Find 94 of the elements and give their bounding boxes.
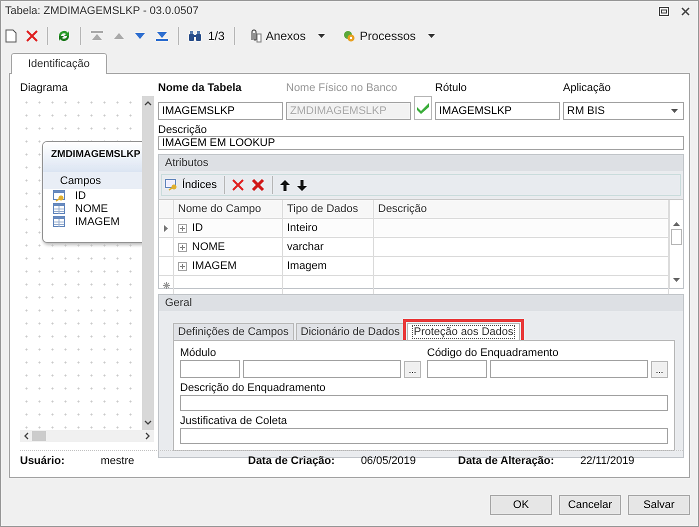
arrow-up-icon[interactable] — [280, 180, 290, 190]
status-label: Usuário: — [20, 455, 65, 467]
dialog-button[interactable]: Cancelar — [559, 495, 621, 515]
tab[interactable]: Dicionário de Dados — [296, 323, 405, 340]
column-header[interactable]: Tipo de Dados — [283, 200, 374, 218]
entity-title: ZMDIMAGEMSLKP — [51, 149, 140, 160]
field-label: Descrição — [158, 124, 208, 136]
refresh-icon[interactable] — [57, 29, 71, 43]
caret-icon — [428, 34, 435, 38]
column-header[interactable]: Descrição — [374, 200, 669, 218]
table-cell: varchar — [283, 238, 374, 256]
status-value: mestre — [100, 455, 134, 467]
table-cell: Imagem — [283, 257, 374, 275]
new-document-icon[interactable] — [5, 29, 17, 43]
last-record-icon[interactable] — [155, 31, 169, 41]
caret-icon — [671, 109, 678, 113]
input-field[interactable] — [180, 428, 668, 444]
section-label: Campos — [60, 175, 101, 187]
input-field[interactable] — [243, 360, 401, 378]
table-cell: NOME — [192, 241, 225, 253]
field-label: Rótulo — [435, 82, 468, 95]
caret-icon — [318, 34, 325, 38]
input-field[interactable]: IMAGEMSLKP — [158, 102, 283, 120]
dialog-button[interactable]: Salvar — [628, 495, 690, 515]
status-label: Data de Alteração: — [458, 455, 554, 467]
field-label: Módulo — [180, 347, 218, 360]
entity-card[interactable]: ZMDIMAGEMSLKP Campos ID NOME IMAGEM — [42, 141, 142, 243]
scroll-thumb[interactable] — [32, 431, 46, 441]
lookup-button[interactable]: ... — [651, 361, 668, 378]
tab[interactable]: Definições de Campos — [173, 323, 294, 340]
field-label: Código do Enquadramento — [427, 347, 560, 360]
arrow-down-icon[interactable] — [296, 180, 307, 190]
table-cell: Inteiro — [283, 219, 374, 237]
next-record-icon[interactable] — [134, 32, 146, 40]
field-label: Descrição do Enquadramento — [180, 382, 327, 395]
vertical-scrollbar[interactable] — [142, 96, 154, 430]
key-icon — [165, 179, 179, 191]
close-icon[interactable] — [681, 6, 690, 16]
dropdown-field[interactable]: RM BIS — [563, 102, 684, 120]
checkmark-icon — [416, 102, 430, 114]
window-title: Tabela: ZMDIMAGEMSLKP - 03.0.0507 — [5, 5, 199, 17]
status-value: 06/05/2019 — [360, 455, 416, 467]
dialog-button[interactable]: OK — [490, 495, 552, 515]
column-field-icon — [53, 202, 66, 214]
delete-icon[interactable] — [232, 179, 244, 191]
delete-all-icon[interactable] — [250, 178, 265, 192]
input-field[interactable]: IMAGEMSLKP — [435, 102, 560, 120]
entity-field: ID — [75, 190, 86, 202]
vertical-scrollbar[interactable] — [669, 200, 683, 288]
column-header[interactable]: Nome do Campo — [174, 200, 283, 218]
lookup-button[interactable]: ... — [404, 361, 421, 378]
restore-icon[interactable] — [659, 6, 669, 16]
field-label: Justificativa de Coleta — [180, 415, 288, 428]
field-label: Aplicação — [563, 82, 612, 95]
diagram-label: Diagrama — [20, 82, 69, 96]
field-label: Nome da Tabela — [158, 82, 243, 95]
field-label: Nome Físico no Banco — [286, 82, 398, 95]
scroll-thumb[interactable] — [671, 229, 682, 245]
gear-icon — [342, 29, 356, 43]
key-field-icon — [53, 190, 66, 202]
indices-button[interactable]: Índices — [165, 179, 217, 191]
scroll-down-icon[interactable] — [673, 278, 680, 282]
expand-icon[interactable] — [178, 262, 187, 270]
input-field[interactable]: IMAGEM EM LOOKUP — [158, 136, 684, 150]
entity-field: NOME — [75, 202, 108, 214]
toolbar-menu-button[interactable]: Anexos — [244, 29, 329, 43]
input-field[interactable] — [427, 360, 487, 378]
entity-field: IMAGEM — [75, 216, 120, 228]
expand-icon[interactable] — [178, 224, 187, 232]
new-row-icon — [162, 282, 170, 288]
scroll-down-icon[interactable] — [144, 420, 152, 425]
panel-title: Geral — [165, 297, 192, 309]
binoculars-icon[interactable] — [188, 30, 202, 42]
horizontal-scrollbar[interactable] — [20, 430, 154, 442]
toolbar-menu-button[interactable]: Processos — [338, 29, 439, 43]
tab[interactable]: Identificação — [11, 53, 107, 74]
scroll-right-icon[interactable] — [145, 432, 150, 440]
scroll-up-icon[interactable] — [144, 101, 152, 106]
table-cell: IMAGEM — [192, 260, 237, 272]
input-field[interactable] — [490, 360, 648, 378]
input-field[interactable] — [180, 395, 668, 411]
column-field-icon — [53, 216, 66, 228]
panel-title: Atributos — [165, 157, 208, 169]
current-row-icon — [164, 224, 168, 232]
check-button[interactable] — [414, 96, 432, 120]
status-value: 22/11/2019 — [580, 455, 634, 467]
status-label: Data de Criação: — [248, 455, 335, 467]
input-field[interactable] — [180, 360, 240, 378]
scroll-left-icon[interactable] — [24, 432, 29, 440]
record-counter: 1/3 — [208, 29, 225, 43]
table-cell: ID — [192, 222, 203, 234]
delete-icon[interactable] — [26, 30, 38, 42]
expand-icon[interactable] — [178, 242, 187, 252]
scroll-up-icon[interactable] — [673, 222, 680, 226]
